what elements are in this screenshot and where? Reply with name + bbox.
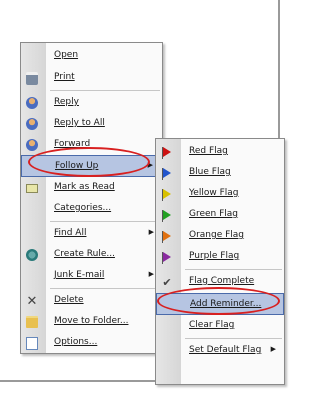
menu-item-label: Clear Flag: [189, 320, 235, 330]
menu-item-clear-flag[interactable]: Clear Flag: [156, 315, 284, 337]
menu-item-options[interactable]: Options...: [21, 332, 162, 354]
menu-item-create-rule[interactable]: Create Rule...: [21, 244, 162, 266]
menu-item-label: Open: [54, 50, 79, 60]
reply-icon: [25, 96, 39, 110]
menu-item-label: Green Flag: [189, 209, 239, 219]
menu-item-label: Red Flag: [189, 146, 228, 156]
menu-item-green-flag[interactable]: Green Flag: [156, 204, 284, 226]
menu-item-red-flag[interactable]: Red Flag: [156, 141, 284, 163]
green-flag-icon: [160, 208, 174, 222]
menu-item-junk-email[interactable]: Junk E-mail ▶: [21, 265, 162, 287]
menu-item-move-to-folder[interactable]: Move to Folder...: [21, 311, 162, 333]
menu-separator: [185, 269, 282, 270]
menu-item-label: Yellow Flag: [189, 188, 239, 198]
delete-x-icon: ✕: [26, 293, 38, 309]
menu-item-set-default-flag[interactable]: Set Default Flag ▶: [156, 340, 284, 362]
menu-item-mark-as-read[interactable]: Mark as Read: [21, 177, 162, 199]
menu-item-open[interactable]: Open: [21, 45, 162, 67]
rule-icon: [25, 248, 39, 262]
submenu-arrow-icon: ▶: [148, 228, 154, 236]
envelope-icon: [25, 181, 39, 195]
menu-item-label: Mark as Read: [54, 182, 115, 192]
menu-item-print[interactable]: Print: [21, 67, 162, 89]
menu-item-reply[interactable]: Reply: [21, 92, 162, 114]
menu-item-label: Reply: [54, 97, 79, 107]
menu-item-delete[interactable]: ✕ Delete: [21, 290, 162, 312]
menu-item-label: Flag Complete: [189, 276, 255, 286]
menu-item-label: Options...: [54, 337, 98, 347]
annotation-circle-add-reminder: [157, 287, 280, 315]
yellow-flag-icon: [160, 187, 174, 201]
menu-item-reply-all[interactable]: Reply to All: [21, 113, 162, 135]
purple-flag-icon: [160, 250, 174, 264]
menu-item-purple-flag[interactable]: Purple Flag: [156, 246, 284, 268]
submenu-arrow-icon: ▶: [148, 270, 154, 278]
menu-item-label: Find All: [54, 228, 87, 238]
context-menu: Open Print Reply Reply to All Forward Fo…: [20, 42, 163, 354]
menu-separator: [50, 90, 160, 91]
submenu-arrow-icon: ▶: [270, 345, 276, 353]
reply-all-icon: [25, 117, 39, 131]
menu-item-label: Delete: [54, 295, 84, 305]
menu-separator: [50, 288, 160, 289]
printer-icon: [25, 71, 39, 85]
move-folder-icon: [25, 315, 39, 329]
menu-item-label: Set Default Flag: [189, 345, 262, 355]
menu-item-yellow-flag[interactable]: Yellow Flag: [156, 183, 284, 205]
menu-item-label: Junk E-mail: [54, 270, 105, 280]
menu-item-categories[interactable]: Categories...: [21, 198, 162, 220]
menu-item-label: Purple Flag: [189, 251, 240, 261]
menu-separator: [50, 221, 160, 222]
menu-item-find-all[interactable]: Find All ▶: [21, 223, 162, 245]
menu-item-label: Orange Flag: [189, 230, 245, 240]
forward-icon: [25, 138, 39, 152]
menu-item-label: Reply to All: [54, 118, 105, 128]
menu-item-label: Move to Folder...: [54, 316, 129, 326]
blue-flag-icon: [160, 166, 174, 180]
orange-flag-icon: [160, 229, 174, 243]
menu-item-label: Categories...: [54, 203, 112, 213]
menu-item-label: Print: [54, 72, 75, 82]
menu-separator: [185, 338, 282, 339]
menu-item-blue-flag[interactable]: Blue Flag: [156, 162, 284, 184]
options-icon: [25, 336, 39, 350]
menu-item-label: Blue Flag: [189, 167, 231, 177]
menu-item-orange-flag[interactable]: Orange Flag: [156, 225, 284, 247]
follow-up-submenu: Red Flag Blue Flag Yellow Flag Green Fla…: [155, 138, 285, 385]
menu-item-label: Create Rule...: [54, 249, 115, 259]
red-flag-icon: [160, 145, 174, 159]
annotation-circle-follow-up: [28, 147, 150, 177]
checkmark-icon: ✔: [162, 275, 172, 289]
